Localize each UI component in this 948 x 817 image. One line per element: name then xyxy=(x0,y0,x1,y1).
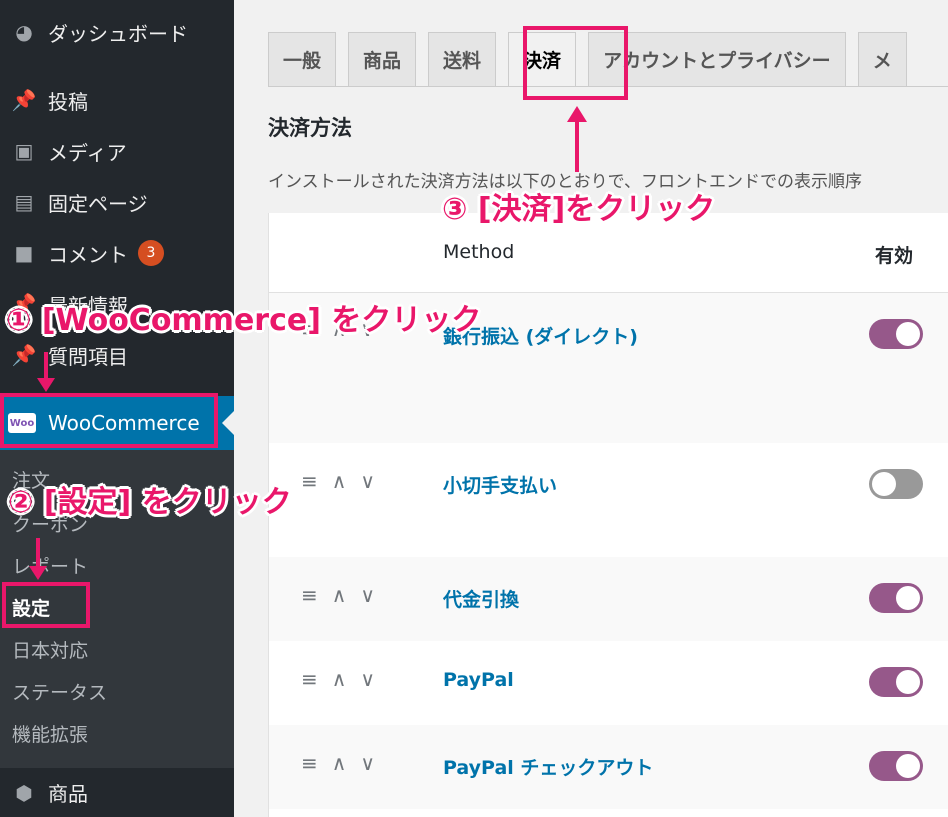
move-down-icon[interactable]: ∨ xyxy=(360,583,375,607)
menu-pages[interactable]: ▤ 固定ページ xyxy=(0,178,234,226)
main-content: 一般 商品 送料 決済 アカウントとプライバシー メ 決済方法 インストールされ… xyxy=(234,0,948,817)
submenu-japan[interactable]: 日本対応 xyxy=(12,636,88,663)
annotation-step2: ② [設定] をクリック xyxy=(8,485,292,520)
annotation-step3: ③ [決済]をクリック xyxy=(442,192,716,227)
tab-general[interactable]: 一般 xyxy=(268,32,337,86)
method-link[interactable]: 代金引換 xyxy=(443,585,519,612)
menu-label: コメント xyxy=(48,242,128,267)
comment-icon: ■ xyxy=(14,241,34,265)
arrow-shaft xyxy=(575,120,579,172)
highlight-settings xyxy=(2,582,90,628)
method-link[interactable]: PayPal チェックアウト xyxy=(443,753,653,780)
submenu-status[interactable]: ステータス xyxy=(12,678,107,705)
dashboard-icon: ◕ xyxy=(15,20,33,44)
drag-handle-icon[interactable]: ≡ xyxy=(301,751,318,775)
drag-handle-icon[interactable]: ≡ xyxy=(301,469,318,493)
enable-toggle[interactable] xyxy=(869,583,923,613)
page-icon: ▤ xyxy=(14,190,34,214)
highlight-payments-tab xyxy=(523,26,628,100)
toggle-knob xyxy=(896,754,920,778)
arrow-shaft xyxy=(36,538,40,566)
menu-posts[interactable]: 📌 投稿 xyxy=(0,76,234,124)
menu-products[interactable]: ⬢ 商品 xyxy=(0,768,234,817)
table-row: ≡ ∧ ∨ PayPal チェックアウト xyxy=(269,725,948,809)
pin-icon: 📌 xyxy=(11,343,37,367)
menu-label: 質問項目 xyxy=(48,344,128,369)
arrow-down-icon xyxy=(29,566,47,580)
toggle-knob xyxy=(896,322,920,346)
toggle-knob xyxy=(896,586,920,610)
arrow-shaft xyxy=(44,352,48,378)
drag-handle-icon[interactable]: ≡ xyxy=(301,667,318,691)
row-controls: ≡ ∧ ∨ xyxy=(301,751,375,775)
toggle-knob xyxy=(896,670,920,694)
menu-label: ダッシュボード xyxy=(48,21,188,46)
menu-label: メディア xyxy=(48,140,127,165)
table-row: ≡ ∧ ∨ PayPal xyxy=(269,641,948,725)
submenu-extensions[interactable]: 機能拡張 xyxy=(12,720,88,747)
menu-label: 固定ページ xyxy=(48,191,148,216)
move-up-icon[interactable]: ∧ xyxy=(332,667,347,691)
pin-icon: 📌 xyxy=(11,88,37,112)
media-icon: ▣ xyxy=(14,139,34,163)
enable-toggle[interactable] xyxy=(869,319,923,349)
table-row: ≡ ∧ ∨ 代金引換 xyxy=(269,557,948,641)
move-down-icon[interactable]: ∨ xyxy=(360,751,375,775)
submenu-reports[interactable]: レポート xyxy=(12,552,88,579)
row-controls: ≡ ∧ ∨ xyxy=(301,469,375,493)
method-link[interactable]: PayPal xyxy=(443,669,514,691)
menu-label: 投稿 xyxy=(48,89,88,114)
highlight-woocommerce xyxy=(0,393,218,448)
box-icon: ⬢ xyxy=(15,780,33,805)
move-down-icon[interactable]: ∨ xyxy=(360,469,375,493)
move-up-icon[interactable]: ∧ xyxy=(332,751,347,775)
column-header-method: Method xyxy=(443,241,515,263)
enable-toggle[interactable] xyxy=(869,751,923,781)
annotation-step1: ① [WooCommerce] をクリック xyxy=(6,303,482,338)
move-down-icon[interactable]: ∨ xyxy=(360,667,375,691)
enable-toggle[interactable] xyxy=(869,469,923,499)
drag-handle-icon[interactable]: ≡ xyxy=(301,583,318,607)
method-link[interactable]: 小切手支払い xyxy=(443,471,557,498)
tab-shipping[interactable]: 送料 xyxy=(428,32,497,86)
arrow-down-icon xyxy=(37,378,55,392)
table-row: ≡ ∧ ∨ 小切手支払い xyxy=(269,443,948,557)
page-title: 決済方法 xyxy=(268,116,352,140)
comment-count-badge: 3 xyxy=(138,240,164,266)
toggle-knob xyxy=(872,472,896,496)
tab-email[interactable]: メ xyxy=(857,32,907,86)
menu-media[interactable]: ▣ メディア xyxy=(0,127,234,175)
row-controls: ≡ ∧ ∨ xyxy=(301,583,375,607)
menu-comments[interactable]: ■ コメント 3 xyxy=(0,229,234,277)
enable-toggle[interactable] xyxy=(869,667,923,697)
move-up-icon[interactable]: ∧ xyxy=(332,583,347,607)
menu-dashboard[interactable]: ◕ ダッシュボード xyxy=(0,8,234,56)
menu-label: 商品 xyxy=(48,782,88,806)
row-controls: ≡ ∧ ∨ xyxy=(301,667,375,691)
tab-products[interactable]: 商品 xyxy=(348,32,417,86)
column-header-enabled: 有効 xyxy=(875,245,914,267)
current-menu-arrow-icon xyxy=(222,411,234,435)
move-up-icon[interactable]: ∧ xyxy=(332,469,347,493)
